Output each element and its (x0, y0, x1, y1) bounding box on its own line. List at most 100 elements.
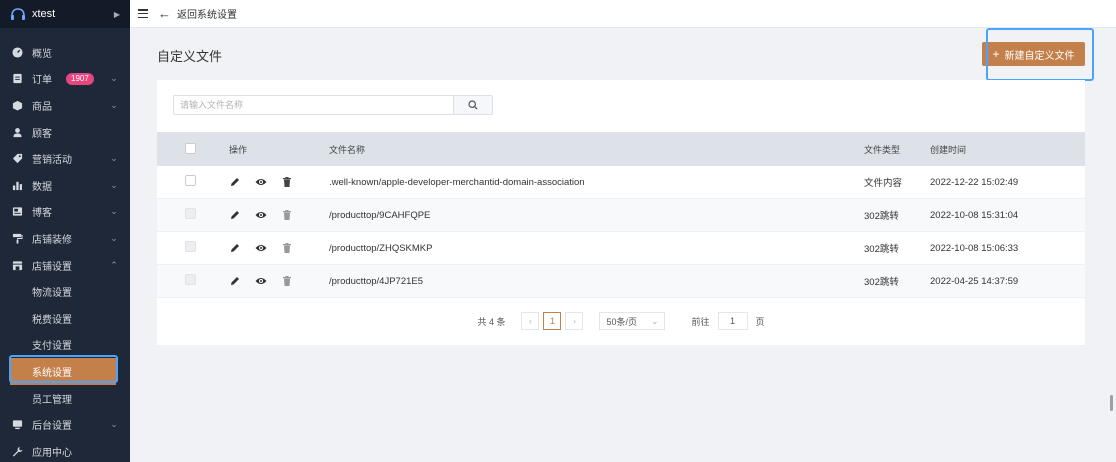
sidebar-item-store-settings[interactable]: 店铺设置 ⌃ (0, 252, 130, 279)
file-type: 302跳转 (864, 277, 899, 288)
store-icon (12, 260, 23, 270)
sidebar-subitem-system-settings[interactable]: 系统设置 (10, 358, 116, 385)
dashboard-icon (12, 47, 23, 58)
file-type: 302跳转 (864, 244, 899, 255)
new-custom-file-button[interactable]: + 新建自定义文件 (982, 42, 1085, 66)
page-size-value: 50条/页 (606, 316, 637, 327)
sidebar-item-app-center[interactable]: 应用中心 (0, 438, 130, 462)
delete-icon[interactable] (281, 275, 293, 287)
row-checkbox[interactable] (185, 208, 196, 219)
table-row: /producttop/4JP721E5 302跳转 2022-04-25 14… (157, 265, 1085, 298)
sidebar-subitem-payment[interactable]: 支付设置 (0, 332, 130, 359)
header-time: 创建时间 (930, 144, 967, 155)
file-name: /producttop/9CAHFQPE (329, 209, 431, 221)
page-number-current[interactable]: 1 (543, 312, 562, 330)
menu-toggle-icon[interactable] (138, 9, 148, 18)
table-row: .well-known/apple-developer-merchantid-d… (157, 166, 1085, 199)
view-icon[interactable] (255, 176, 267, 188)
total-count: 共 4 条 (477, 316, 506, 327)
row-checkbox[interactable] (185, 241, 196, 252)
delete-icon[interactable] (281, 209, 293, 221)
sidebar-item-label: 后台设置 (32, 421, 72, 433)
sidebar-item-blog[interactable]: 博客 ⌄ (0, 199, 130, 226)
wrench-icon (12, 446, 23, 457)
delete-icon[interactable] (281, 242, 293, 254)
chevron-down-icon: ⌄ (110, 99, 118, 110)
chevron-down-icon: ⌄ (110, 419, 118, 430)
chevron-down-icon: ⌄ (110, 73, 118, 84)
sidebar-item-label: 店铺装修 (32, 234, 72, 246)
plus-icon: + (992, 47, 1000, 61)
sidebar-subitem-shipping[interactable]: 物流设置 (0, 278, 130, 305)
pagination: 共 4 条 ‹ 1 › 50条/页 ⌄ 前往 1 页 (157, 312, 1085, 330)
sidebar-subitem-tax[interactable]: 税费设置 (0, 305, 130, 332)
new-button-label: 新建自定义文件 (1004, 50, 1075, 62)
view-icon[interactable] (255, 275, 267, 287)
row-checkbox[interactable] (185, 274, 196, 285)
headset-logo-icon (11, 8, 25, 20)
top-bar: ← 返回系统设置 (130, 0, 1116, 28)
table-row: /producttop/9CAHFQPE 302跳转 2022-10-08 15… (157, 199, 1085, 232)
prev-page-button[interactable]: ‹ (521, 312, 540, 330)
select-all-checkbox[interactable] (185, 142, 196, 154)
sidebar-item-decoration[interactable]: 店铺装修 ⌄ (0, 225, 130, 252)
chevron-down-icon: ⌄ (110, 206, 118, 217)
back-link[interactable]: 返回系统设置 (177, 6, 237, 21)
page-size-select[interactable]: 50条/页 ⌄ (599, 312, 666, 330)
order-icon (13, 74, 22, 84)
sidebar-subitem-staff[interactable]: 员工管理 (0, 385, 130, 412)
paint-roller-icon (12, 233, 23, 244)
blog-icon (12, 207, 23, 216)
file-type: 302跳转 (864, 211, 899, 222)
header-ops: 操作 (229, 144, 248, 155)
table-header: 操作 文件名称 文件类型 创建时间 (157, 132, 1085, 166)
search-input[interactable] (173, 95, 453, 115)
store-switcher[interactable]: xtest ▶ (0, 0, 130, 28)
sidebar-item-label: 商品 (32, 101, 52, 113)
sidebar-item-admin-settings[interactable]: 后台设置 ⌄ (0, 411, 130, 438)
row-checkbox[interactable] (185, 175, 196, 186)
sidebar-item-label: 营销活动 (32, 155, 72, 167)
file-list-card: 操作 文件名称 文件类型 创建时间 .well-known/apple-deve… (157, 80, 1085, 345)
sidebar-item-products[interactable]: 商品 ⌄ (0, 92, 130, 119)
file-name: /producttop/4JP721E5 (329, 275, 424, 287)
page-title: 自定义文件 (157, 49, 223, 64)
sidebar-item-label: 应用中心 (32, 447, 72, 459)
sidebar: xtest ▶ 概览 订单 1907 ⌄ 商品 ⌄ 顾客 营销活动 ⌄ 数据 ⌄… (0, 0, 130, 462)
search-icon (468, 100, 478, 110)
edit-icon[interactable] (229, 209, 241, 221)
page-unit-label: 页 (755, 316, 765, 327)
file-table: 操作 文件名称 文件类型 创建时间 .well-known/apple-deve… (157, 132, 1085, 298)
back-arrow-icon[interactable]: ← (158, 6, 171, 21)
header-name: 文件名称 (329, 144, 366, 155)
edit-icon[interactable] (229, 242, 241, 254)
file-name: /producttop/ZHQSKMKP (329, 242, 433, 254)
edit-icon[interactable] (229, 176, 241, 188)
created-time: 2022-10-08 15:31:04 (930, 209, 1019, 221)
table-row: /producttop/ZHQSKMKP 302跳转 2022-10-08 15… (157, 232, 1085, 265)
monitor-icon (12, 420, 23, 430)
scrollbar[interactable] (1110, 395, 1113, 411)
view-icon[interactable] (255, 209, 267, 221)
chevron-down-icon: ⌄ (110, 232, 118, 243)
sidebar-item-marketing[interactable]: 营销活动 ⌄ (0, 145, 130, 172)
order-count-badge: 1907 (66, 72, 94, 85)
goto-page-input[interactable]: 1 (717, 312, 748, 330)
sidebar-item-overview[interactable]: 概览 (0, 39, 130, 66)
sidebar-item-customers[interactable]: 顾客 (0, 119, 130, 146)
chevron-down-icon: ⌄ (110, 179, 118, 190)
created-time: 2022-04-25 14:37:59 (930, 275, 1019, 287)
file-name: .well-known/apple-developer-merchantid-d… (329, 176, 585, 188)
edit-icon[interactable] (229, 275, 241, 287)
sidebar-item-data[interactable]: 数据 ⌄ (0, 172, 130, 199)
search-bar (173, 95, 493, 115)
delete-icon[interactable] (281, 176, 293, 188)
chevron-down-icon: ⌄ (650, 315, 659, 326)
view-icon[interactable] (255, 242, 267, 254)
next-page-button[interactable]: › (565, 312, 584, 330)
chevron-down-icon: ⌄ (110, 153, 118, 164)
sidebar-item-orders[interactable]: 订单 1907 ⌄ (0, 66, 130, 93)
search-button[interactable] (453, 95, 493, 115)
goto-label: 前往 (691, 316, 710, 327)
sidebar-item-label: 博客 (32, 208, 52, 220)
